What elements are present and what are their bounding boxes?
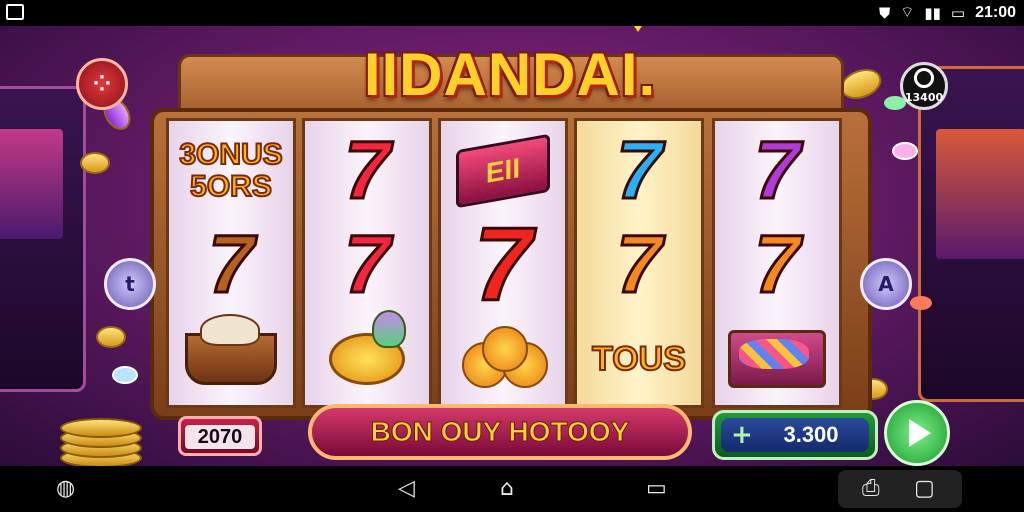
reel-4: 7 7 TOUS	[574, 118, 704, 408]
coin-stack	[60, 418, 142, 466]
reel-1: 3ONUS 5ORS 7	[166, 118, 296, 408]
floating-coin	[96, 326, 126, 348]
screenshot-icon[interactable]: ⎙	[862, 476, 880, 502]
message-banner: BON OUY HOTOOY	[308, 404, 692, 460]
recents-icon[interactable]: ▭	[646, 476, 667, 502]
tous-symbol: TOUS	[577, 313, 701, 405]
signal-icon: ▮▮	[924, 3, 941, 22]
left-arrow-icon: t	[125, 272, 135, 296]
floating-gem	[910, 296, 932, 310]
play-icon	[909, 419, 931, 447]
balance-display: 2070	[178, 416, 262, 456]
shield-icon: ⛊	[879, 3, 891, 22]
bonus-symbol-text: 3ONUS 5ORS	[178, 138, 283, 204]
navigation-bar: ◍ ◁ ⌂ ▭ ⎙ ▢	[0, 466, 1024, 512]
balance-value: 2070	[185, 425, 255, 449]
spin-button[interactable]	[884, 400, 950, 466]
seven-symbol: 7	[343, 219, 392, 310]
seven-symbol: 7	[615, 125, 664, 216]
back-icon[interactable]: ◁	[398, 476, 415, 502]
floating-gem	[892, 142, 918, 160]
home-icon[interactable]: ⌂	[500, 476, 514, 502]
floating-gem	[112, 366, 138, 384]
oranges-symbol	[441, 313, 565, 405]
right-arrow-button[interactable]: A	[860, 258, 912, 310]
floating-coin	[80, 152, 110, 174]
coin-icon	[914, 68, 934, 88]
clock: 21:00	[975, 3, 1016, 21]
gem-box-symbol	[715, 313, 839, 405]
coin-badge[interactable]: 13400	[900, 62, 948, 110]
grid-icon: ⁘	[92, 71, 112, 97]
menu-button[interactable]: ⁘	[76, 58, 128, 110]
reel-2: 7 7	[302, 118, 432, 408]
quick-actions-pill: ⎙ ▢	[838, 470, 962, 508]
image-icon	[6, 4, 24, 20]
plus-icon[interactable]: +	[731, 420, 753, 450]
left-arrow-button[interactable]: t	[104, 258, 156, 310]
seven-symbol: 7	[207, 219, 256, 310]
bet-amount: 3.300	[783, 422, 839, 447]
wifi-icon: ⌔	[900, 3, 915, 21]
mango-symbol	[305, 310, 429, 405]
background-slot-cabinet-right	[918, 66, 1024, 402]
reel-3: EII 7	[438, 118, 568, 408]
bonus-symbol: 3ONUS 5ORS	[169, 125, 293, 217]
battery-icon: ▭	[950, 3, 966, 22]
bet-control[interactable]: + 3.300	[712, 410, 878, 460]
banner-symbol: EII	[441, 125, 565, 217]
game-title: IIDANDAI.	[363, 41, 657, 108]
banner-symbol-text: EII	[456, 133, 550, 209]
coin-badge-value: 13400	[904, 91, 944, 104]
crown-icon	[622, 26, 654, 32]
basket-symbol	[169, 313, 293, 405]
seven-symbol: 7	[753, 219, 802, 310]
seven-symbol: 7	[753, 125, 802, 216]
status-bar: ⛊ ⌔ ▮▮ ▭ 21:00	[0, 0, 1024, 26]
seven-symbol-highlighted: 7	[473, 207, 534, 323]
square-icon[interactable]: ▢	[914, 476, 935, 502]
tous-symbol-text: TOUS	[591, 340, 687, 378]
background-slot-cabinet-left	[0, 86, 86, 392]
assistant-icon[interactable]: ◍	[56, 476, 75, 502]
game-canvas[interactable]: IIDANDAI. ⁘ 13400 3ONUS 5ORS 7 7 7 EII 7…	[0, 26, 1024, 466]
seven-symbol: 7	[343, 125, 392, 216]
reel-5: 7 7	[712, 118, 842, 408]
seven-symbol: 7	[615, 219, 664, 310]
right-arrow-icon: A	[878, 272, 894, 296]
